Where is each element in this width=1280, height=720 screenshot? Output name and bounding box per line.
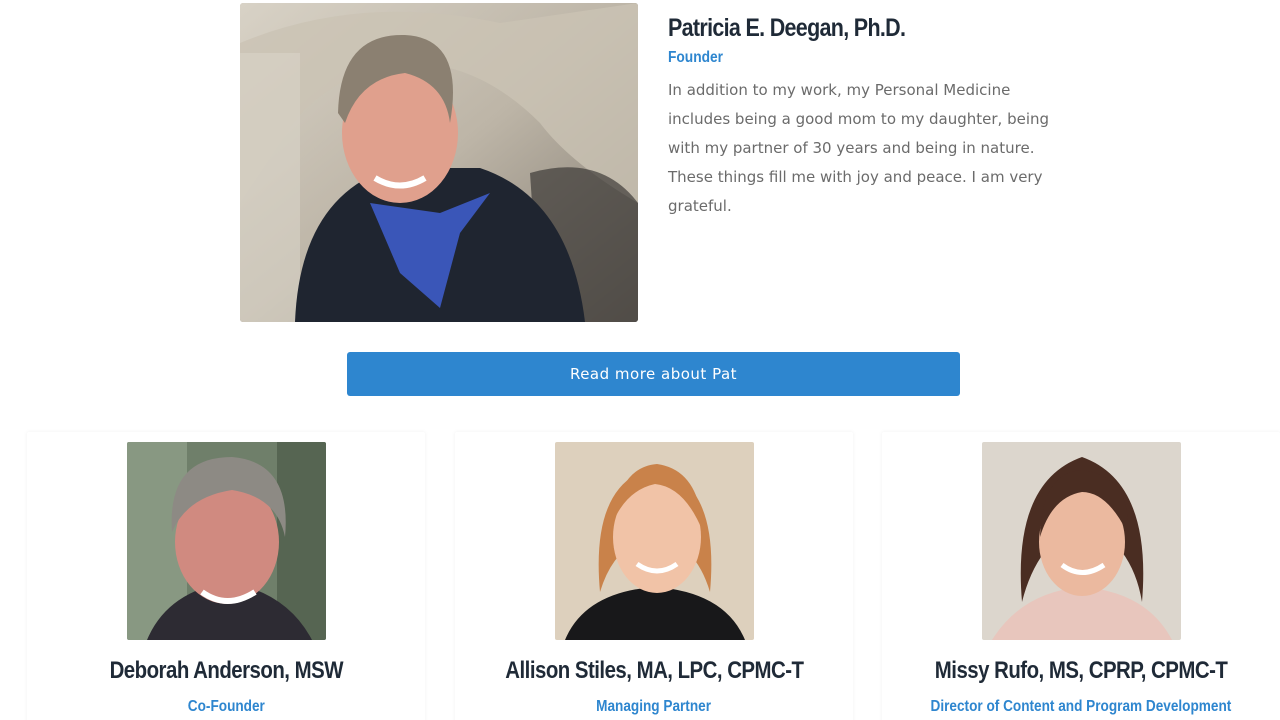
team-member-role: Managing Partner xyxy=(596,698,712,715)
team-member-photo xyxy=(555,442,754,640)
founder-photo xyxy=(240,3,638,322)
founder-info: Patricia E. Deegan, Ph.D. Founder In add… xyxy=(668,14,1068,221)
team-member-name: Deborah Anderson, MSW xyxy=(109,657,343,684)
founder-role: Founder xyxy=(668,49,724,66)
team-member-role: Co-Founder xyxy=(187,698,265,715)
read-more-button[interactable]: Read more about Pat xyxy=(347,352,960,396)
team-card: Deborah Anderson, MSW Co-Founder xyxy=(27,432,425,720)
team-card: Missy Rufo, MS, CPRP, CPMC-T Director of… xyxy=(882,432,1280,720)
team-card: Allison Stiles, MA, LPC, CPMC-T Managing… xyxy=(455,432,853,720)
team-member-name: Allison Stiles, MA, LPC, CPMC-T xyxy=(504,657,804,684)
founder-bio: In addition to my work, my Personal Medi… xyxy=(668,81,1050,215)
team-member-name: Missy Rufo, MS, CPRP, CPMC-T xyxy=(934,657,1228,684)
team-member-photo xyxy=(127,442,326,640)
team-member-role: Director of Content and Program Developm… xyxy=(930,698,1232,715)
team-member-photo xyxy=(982,442,1181,640)
founder-name: Patricia E. Deegan, Ph.D. xyxy=(668,14,906,42)
